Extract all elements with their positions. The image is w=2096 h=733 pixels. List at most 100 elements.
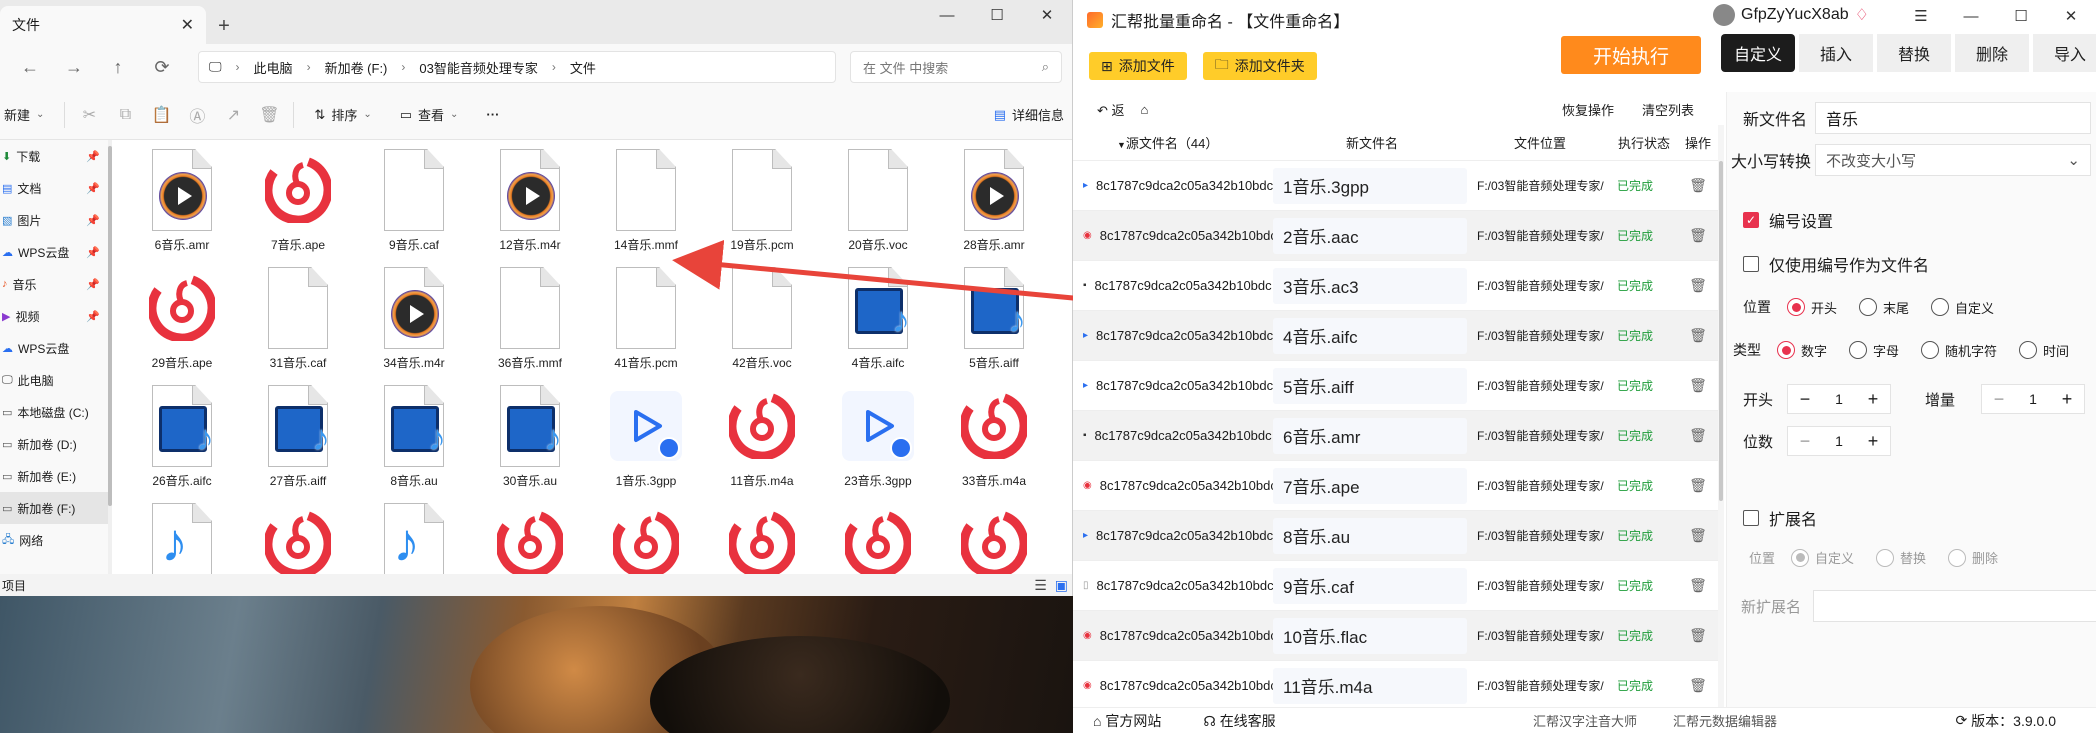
table-row[interactable]: ◉ 8c1787c9dca2c05a342b10bdc 11音乐.m4a F:/03智… (1073, 661, 1718, 711)
explorer-tab[interactable]: 文件 ✕ (0, 6, 206, 44)
file-item[interactable] (240, 500, 356, 574)
close-tab-icon[interactable]: ✕ (181, 15, 194, 35)
radio-button[interactable] (1931, 298, 1950, 316)
minus-icon[interactable]: − (1788, 389, 1822, 410)
radio-button[interactable] (1791, 548, 1809, 567)
trash-icon[interactable]: 🗑 (1679, 427, 1717, 444)
table-row[interactable]: ◉ 8c1787c9dca2c05a342b10bdc 2音乐.aac F:/03智能… (1073, 211, 1718, 261)
new-name-cell[interactable]: 1音乐.3gpp (1273, 167, 1467, 204)
numbering-checkbox-row[interactable]: ✓ 编号设置 (1743, 208, 1833, 232)
sort-button[interactable]: ⇅ 排序 ⌄ (300, 90, 385, 139)
minimize-icon[interactable]: — (922, 0, 972, 30)
file-item[interactable]: 31音乐.caf (240, 264, 356, 382)
start-button[interactable]: 开始执行 (1561, 36, 1701, 74)
table-scrollbar[interactable] (1718, 125, 1724, 707)
details-view-icon[interactable]: ☰ (1034, 577, 1047, 594)
plus-icon[interactable]: + (1856, 431, 1890, 452)
tab-operation[interactable]: 自定义 (1721, 34, 1795, 72)
table-row[interactable]: ▪ 8c1787c9dca2c05a342b10bdc 6音乐.amr F:/03智能… (1073, 411, 1718, 461)
file-item[interactable]: 28音乐.amr (936, 146, 1052, 264)
file-item[interactable]: 36音乐.mmf (472, 264, 588, 382)
new-button[interactable]: 新建 ⌄ (2, 90, 58, 139)
sidebar-item[interactable]: ☁ WPS云盘 📌 (0, 236, 112, 268)
file-item[interactable]: 34音乐.m4r (356, 264, 472, 382)
table-row[interactable]: ▸ 8c1787c9dca2c05a342b10bdc 1音乐.3gpp F:/03智… (1073, 161, 1718, 211)
add-folder-button[interactable]: 🗀 添加文件夹 (1202, 52, 1317, 80)
start-number-stepper[interactable]: −1 + (1787, 384, 1891, 414)
file-item[interactable]: ♪MP3 (124, 500, 240, 574)
radio-button[interactable] (1849, 341, 1868, 359)
case-select[interactable]: 不改变大小写 ⌄ (1815, 144, 2091, 176)
increment-stepper[interactable]: −1 + (1981, 384, 2085, 414)
file-item[interactable]: 29音乐.ape (124, 264, 240, 382)
table-row[interactable]: ▸ 8c1787c9dca2c05a342b10bdc 4音乐.aifc F:/03智… (1073, 311, 1718, 361)
table-row[interactable]: ▪ 8c1787c9dca2c05a342b10bdc 3音乐.ac3 F:/03智能… (1073, 261, 1718, 311)
table-row[interactable]: ◉ 8c1787c9dca2c05a342b10bdc 7音乐.ape F:/03智能… (1073, 461, 1718, 511)
table-row[interactable]: ◉ 8c1787c9dca2c05a342b10bdc 10音乐.flac F:/03… (1073, 611, 1718, 661)
refresh-icon[interactable]: ⟳ (142, 57, 182, 78)
file-item[interactable]: ♪ 26音乐.aifc (124, 382, 240, 500)
file-item[interactable]: 33音乐.m4a (936, 382, 1052, 500)
online-service-link[interactable]: ☊ 在线客服 (1203, 711, 1275, 731)
new-name-cell[interactable]: 6音乐.amr (1273, 417, 1467, 454)
sidebar-item[interactable]: ▭ 新加卷 (E:) (0, 460, 112, 492)
radio-option[interactable]: 数字 (1777, 341, 1849, 360)
radio-option[interactable]: 自定义 (1931, 298, 2016, 317)
new-tab-icon[interactable]: + (206, 8, 242, 44)
file-item[interactable]: 14音乐.mmf (588, 146, 704, 264)
new-name-cell[interactable]: 5音乐.aiff (1273, 367, 1467, 404)
undo-button[interactable]: 恢复操作 (1562, 100, 1614, 119)
details-button[interactable]: ▤ 详细信息 (994, 105, 1070, 124)
tab-operation[interactable]: 导入 (2033, 34, 2096, 72)
sidebar-item[interactable]: ▶ 视频 📌 (0, 300, 112, 332)
new-name-cell[interactable]: 10音乐.flac (1273, 617, 1467, 654)
file-item[interactable]: ♪ 4音乐.aifc (820, 264, 936, 382)
radio-button[interactable] (1876, 548, 1895, 567)
file-item[interactable] (936, 500, 1052, 574)
forward-arrow-icon[interactable]: → (54, 57, 94, 78)
file-item[interactable]: 1音乐.3gpp (588, 382, 704, 500)
breadcrumb-item[interactable]: 新加卷 (F:) (325, 58, 388, 77)
share-icon[interactable]: ↗ (215, 105, 251, 125)
cut-icon[interactable]: ✂ (71, 105, 107, 125)
new-name-cell[interactable]: 7音乐.ape (1273, 467, 1467, 504)
trash-icon[interactable]: 🗑 (1679, 177, 1717, 194)
file-item[interactable]: ♪ 27音乐.aiff (240, 382, 356, 500)
radio-option[interactable]: 替换 (1876, 548, 1948, 567)
tab-operation[interactable]: 插入 (1799, 34, 1873, 72)
trash-icon[interactable]: 🗑 (1679, 677, 1717, 694)
extension-checkbox[interactable] (1743, 510, 1759, 526)
new-name-cell[interactable]: 11音乐.m4a (1273, 667, 1467, 704)
tab-operation[interactable]: 替换 (1877, 34, 1951, 72)
new-name-cell[interactable]: 3音乐.ac3 (1273, 267, 1467, 304)
official-site-link[interactable]: ⌂ 官方网站 (1093, 711, 1161, 731)
file-item[interactable] (704, 500, 820, 574)
trash-icon[interactable]: 🗑 (1679, 227, 1717, 244)
file-item[interactable]: 42音乐.voc (704, 264, 820, 382)
sidebar-item[interactable]: ▤ 文档 📌 (0, 172, 112, 204)
close-window-icon[interactable]: ✕ (2046, 0, 2096, 32)
trash-icon[interactable]: 🗑 (1679, 377, 1717, 394)
plus-icon[interactable]: + (1856, 389, 1890, 410)
sidebar-item[interactable]: 🖵 此电脑 (0, 364, 112, 396)
delete-icon[interactable]: 🗑 (251, 105, 287, 125)
radio-option[interactable]: 开头 (1787, 298, 1859, 317)
tiles-view-icon[interactable]: ▣ (1055, 577, 1068, 594)
tab-operation[interactable]: 删除 (1955, 34, 2029, 72)
file-item[interactable] (588, 500, 704, 574)
new-name-cell[interactable]: 4音乐.aifc (1273, 317, 1467, 354)
user-badge[interactable]: GfpZyYucX8ab ♢ (1713, 4, 1869, 26)
maximize-icon[interactable]: ☐ (1996, 0, 2046, 32)
plus-icon[interactable]: + (2050, 389, 2084, 410)
file-item[interactable]: 11音乐.m4a (704, 382, 820, 500)
trash-icon[interactable]: 🗑 (1679, 327, 1717, 344)
footer-link-metadata[interactable]: 汇帮元数据编辑器 (1673, 711, 1777, 730)
file-item[interactable]: ♪ 30音乐.au (472, 382, 588, 500)
close-window-icon[interactable]: ✕ (1022, 0, 1072, 30)
radio-button[interactable] (1921, 341, 1940, 359)
minimize-icon[interactable]: — (1946, 0, 1996, 32)
trash-icon[interactable]: 🗑 (1679, 277, 1717, 294)
minus-icon[interactable]: − (1788, 431, 1822, 452)
new-name-input[interactable]: 音乐 (1815, 102, 2091, 134)
file-item[interactable]: 6音乐.amr (124, 146, 240, 264)
